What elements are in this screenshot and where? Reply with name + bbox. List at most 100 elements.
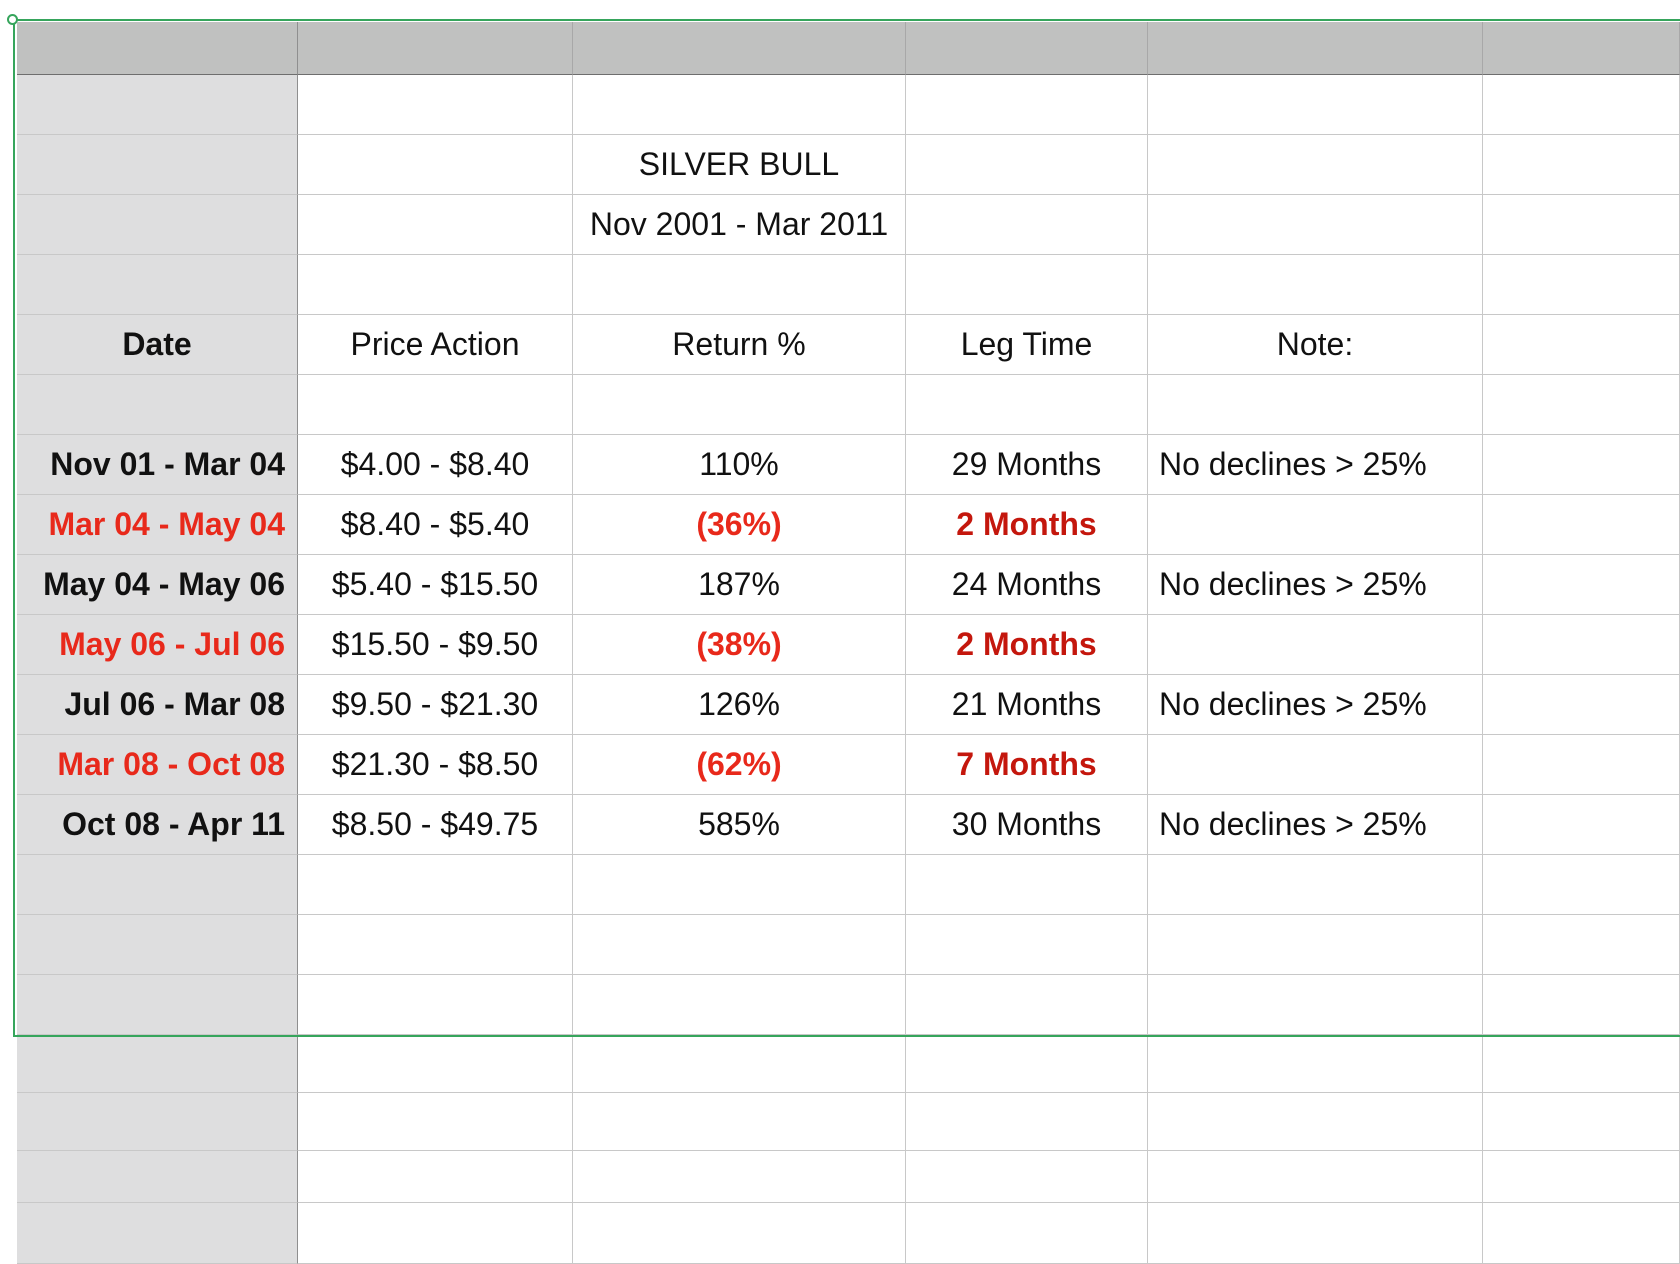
- cell-return[interactable]: (62%): [573, 735, 906, 795]
- empty-cell[interactable]: [906, 1093, 1148, 1151]
- empty-cell[interactable]: [906, 1035, 1148, 1093]
- empty-cell[interactable]: [298, 915, 573, 975]
- cell-price-action[interactable]: $8.50 - $49.75: [298, 795, 573, 855]
- cell-price-action[interactable]: $5.40 - $15.50: [298, 555, 573, 615]
- empty-cell[interactable]: [1483, 255, 1680, 315]
- cell-date[interactable]: Mar 04 - May 04: [17, 495, 298, 555]
- empty-cell[interactable]: [1148, 1203, 1483, 1264]
- empty-cell[interactable]: [906, 195, 1148, 255]
- cell-date[interactable]: May 06 - Jul 06: [17, 615, 298, 675]
- empty-cell[interactable]: [573, 375, 906, 435]
- empty-cell[interactable]: [1483, 315, 1680, 375]
- empty-cell[interactable]: [298, 1151, 573, 1203]
- empty-cell[interactable]: [298, 75, 573, 135]
- cell-return[interactable]: 585%: [573, 795, 906, 855]
- empty-cell[interactable]: [1483, 195, 1680, 255]
- row-header-cell[interactable]: [17, 75, 298, 135]
- row-header-cell[interactable]: [17, 915, 298, 975]
- empty-cell[interactable]: [573, 915, 906, 975]
- column-header-price-action[interactable]: Price Action: [298, 315, 573, 375]
- cell-return[interactable]: (38%): [573, 615, 906, 675]
- empty-cell[interactable]: [1483, 435, 1680, 495]
- empty-cell[interactable]: [1483, 795, 1680, 855]
- empty-cell[interactable]: [1483, 1151, 1680, 1203]
- empty-cell[interactable]: [906, 915, 1148, 975]
- empty-cell[interactable]: [1148, 135, 1483, 195]
- sheet-title-cell[interactable]: SILVER BULL: [573, 135, 906, 195]
- column-letter-header[interactable]: [906, 22, 1148, 75]
- empty-cell[interactable]: [573, 1151, 906, 1203]
- row-header-cell[interactable]: [17, 1151, 298, 1203]
- empty-cell[interactable]: [1483, 375, 1680, 435]
- column-letter-header[interactable]: [573, 22, 906, 75]
- empty-cell[interactable]: [906, 1151, 1148, 1203]
- empty-cell[interactable]: [1148, 1093, 1483, 1151]
- empty-cell[interactable]: [298, 975, 573, 1035]
- row-header-cell[interactable]: [17, 135, 298, 195]
- cell-note[interactable]: [1148, 615, 1483, 675]
- empty-cell[interactable]: [573, 1035, 906, 1093]
- empty-cell[interactable]: [1483, 1035, 1680, 1093]
- row-header-cell[interactable]: [17, 255, 298, 315]
- empty-cell[interactable]: [1483, 735, 1680, 795]
- cell-price-action[interactable]: $15.50 - $9.50: [298, 615, 573, 675]
- empty-cell[interactable]: [1483, 975, 1680, 1035]
- cell-date[interactable]: May 04 - May 06: [17, 555, 298, 615]
- empty-cell[interactable]: [1148, 195, 1483, 255]
- column-letter-header[interactable]: [298, 22, 573, 75]
- cell-date[interactable]: Mar 08 - Oct 08: [17, 735, 298, 795]
- selection-resize-handle[interactable]: [7, 14, 18, 25]
- cell-price-action[interactable]: $9.50 - $21.30: [298, 675, 573, 735]
- cell-return[interactable]: 187%: [573, 555, 906, 615]
- cell-leg-time[interactable]: 2 Months: [906, 615, 1148, 675]
- cell-note[interactable]: No declines > 25%: [1148, 675, 1483, 735]
- empty-cell[interactable]: [906, 375, 1148, 435]
- row-header-cell[interactable]: [17, 1093, 298, 1151]
- cell-leg-time[interactable]: 2 Months: [906, 495, 1148, 555]
- empty-cell[interactable]: [1483, 75, 1680, 135]
- empty-cell[interactable]: [573, 255, 906, 315]
- cell-note[interactable]: No declines > 25%: [1148, 795, 1483, 855]
- cell-price-action[interactable]: $4.00 - $8.40: [298, 435, 573, 495]
- empty-cell[interactable]: [906, 75, 1148, 135]
- empty-cell[interactable]: [906, 1203, 1148, 1264]
- empty-cell[interactable]: [1148, 915, 1483, 975]
- column-letter-header[interactable]: [1148, 22, 1483, 75]
- empty-cell[interactable]: [573, 1203, 906, 1264]
- empty-cell[interactable]: [1148, 75, 1483, 135]
- corner-header-cell[interactable]: [17, 22, 298, 75]
- empty-cell[interactable]: [298, 1035, 573, 1093]
- empty-cell[interactable]: [1483, 555, 1680, 615]
- empty-cell[interactable]: [1483, 855, 1680, 915]
- empty-cell[interactable]: [298, 1203, 573, 1264]
- row-header-cell[interactable]: [17, 975, 298, 1035]
- cell-leg-time[interactable]: 21 Months: [906, 675, 1148, 735]
- cell-note[interactable]: [1148, 735, 1483, 795]
- column-header-date[interactable]: Date: [17, 315, 298, 375]
- cell-note[interactable]: No declines > 25%: [1148, 435, 1483, 495]
- empty-cell[interactable]: [1483, 135, 1680, 195]
- empty-cell[interactable]: [1148, 975, 1483, 1035]
- column-header-note[interactable]: Note:: [1148, 315, 1483, 375]
- empty-cell[interactable]: [1148, 1151, 1483, 1203]
- empty-cell[interactable]: [298, 195, 573, 255]
- cell-note[interactable]: [1148, 495, 1483, 555]
- column-header-return[interactable]: Return %: [573, 315, 906, 375]
- empty-cell[interactable]: [298, 855, 573, 915]
- empty-cell[interactable]: [906, 975, 1148, 1035]
- empty-cell[interactable]: [906, 135, 1148, 195]
- cell-return[interactable]: 110%: [573, 435, 906, 495]
- cell-date[interactable]: Nov 01 - Mar 04: [17, 435, 298, 495]
- empty-cell[interactable]: [1148, 1035, 1483, 1093]
- row-header-cell[interactable]: [17, 855, 298, 915]
- row-header-cell[interactable]: [17, 1035, 298, 1093]
- empty-cell[interactable]: [573, 1093, 906, 1151]
- row-header-cell[interactable]: [17, 375, 298, 435]
- empty-cell[interactable]: [298, 375, 573, 435]
- sheet-period-cell[interactable]: Nov 2001 - Mar 2011: [573, 195, 906, 255]
- empty-cell[interactable]: [906, 255, 1148, 315]
- cell-date[interactable]: Jul 06 - Mar 08: [17, 675, 298, 735]
- cell-return[interactable]: 126%: [573, 675, 906, 735]
- cell-leg-time[interactable]: 29 Months: [906, 435, 1148, 495]
- cell-leg-time[interactable]: 7 Months: [906, 735, 1148, 795]
